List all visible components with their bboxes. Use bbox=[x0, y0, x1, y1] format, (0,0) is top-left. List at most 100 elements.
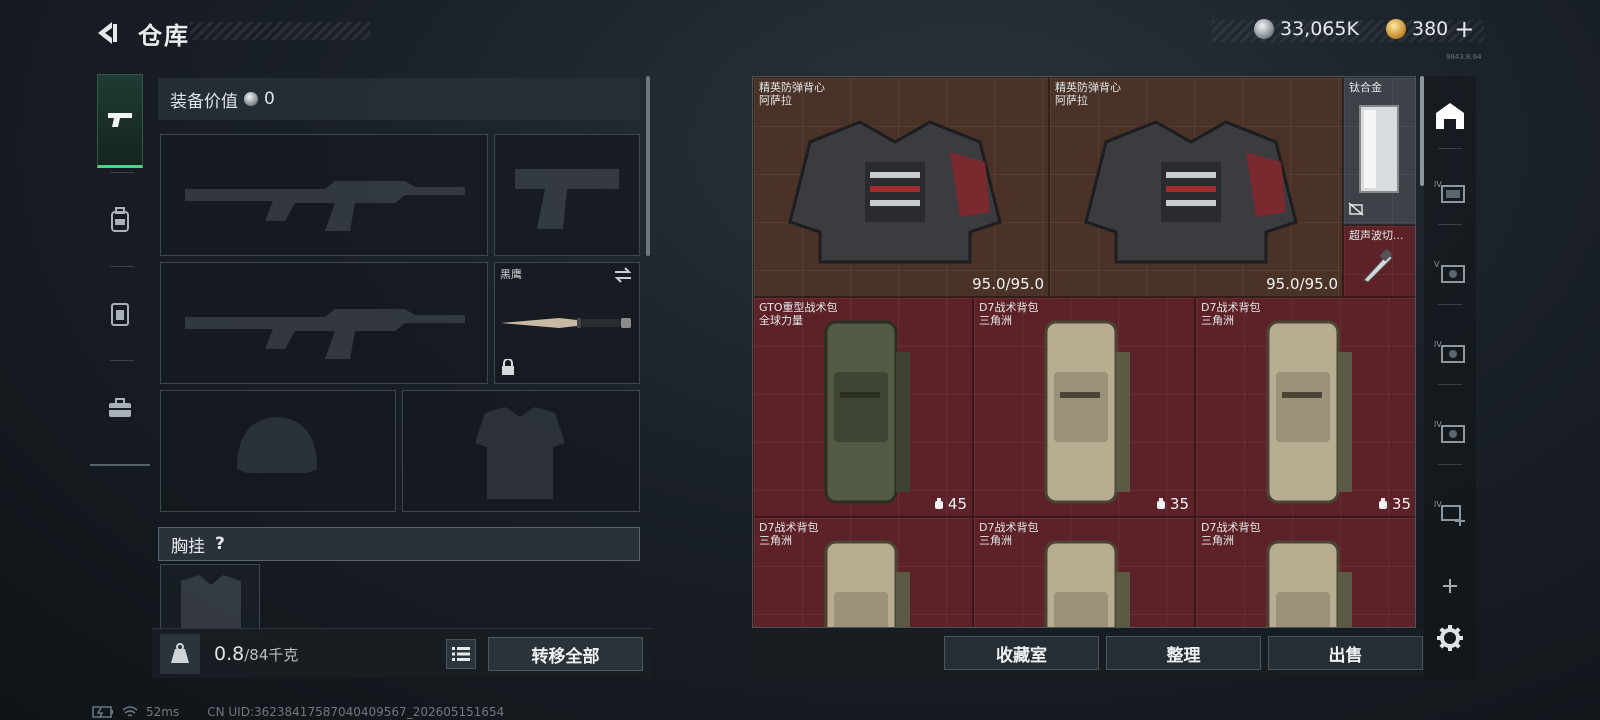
armor-silhouette-icon bbox=[475, 407, 565, 499]
backpack-icon bbox=[1044, 540, 1130, 627]
add-tab-button[interactable] bbox=[1432, 568, 1468, 604]
storage-grid: 精英防弹背心 阿萨拉 95.0/95.0 精英防弹背心 阿萨拉 95.0/95.… bbox=[752, 76, 1416, 628]
nav-tab-tools[interactable] bbox=[97, 362, 143, 454]
storage-box-icon: IV bbox=[1434, 340, 1465, 363]
svg-text:V: V bbox=[1434, 260, 1440, 269]
item-name: 超声波切... bbox=[1349, 229, 1404, 242]
backpack-small-icon bbox=[934, 498, 943, 509]
item-name: D7战术背包 三角洲 bbox=[759, 521, 819, 547]
storage-item-backpack[interactable]: D7战术背包 三角洲 bbox=[973, 517, 1195, 627]
pistol-silhouette-icon bbox=[515, 169, 619, 229]
scalpel-icon bbox=[1363, 248, 1393, 283]
storage-box-icon: IV bbox=[1434, 420, 1465, 443]
wifi-icon bbox=[122, 706, 138, 717]
storage-item-backpack[interactable]: D7战术背包 三角洲 35 bbox=[973, 297, 1195, 517]
weight-bar: 0.8/84千克 转移全部 bbox=[152, 628, 652, 678]
battery-icon bbox=[92, 706, 113, 718]
storage-expansion-tab-4[interactable]: IV bbox=[1432, 414, 1468, 450]
backpack-small-icon bbox=[1156, 498, 1165, 509]
warehouse-icon bbox=[1436, 103, 1464, 129]
storage-expansion-tab-1[interactable]: IV bbox=[1432, 174, 1468, 210]
transfer-all-button[interactable]: 转移全部 bbox=[488, 637, 643, 671]
storage-item-armor-vest[interactable]: 精英防弹背心 阿萨拉 95.0/95.0 bbox=[753, 77, 1049, 297]
titanium-plate-icon bbox=[1359, 105, 1399, 193]
plus-icon bbox=[1443, 579, 1457, 593]
backpack-icon bbox=[1266, 320, 1352, 504]
coin-icon bbox=[1254, 19, 1274, 39]
chest-rig-silhouette-icon bbox=[181, 575, 241, 631]
pistol-icon bbox=[108, 113, 132, 127]
storage-item-armor-vest[interactable]: 精英防弹背心 阿萨拉 95.0/95.0 bbox=[1049, 77, 1343, 297]
title-decoration bbox=[190, 22, 370, 40]
list-view-button[interactable] bbox=[446, 639, 476, 669]
sell-button[interactable]: 出售 bbox=[1268, 636, 1423, 670]
item-name: D7战术背包 三角洲 bbox=[979, 521, 1039, 547]
chest-rig-header: 胸挂 ? bbox=[158, 527, 640, 561]
item-capacity: 35 bbox=[1155, 495, 1189, 513]
backpack-icon bbox=[824, 320, 910, 504]
settings-button[interactable] bbox=[1432, 620, 1468, 656]
rifle-silhouette-icon bbox=[185, 309, 465, 359]
backpack-small-icon bbox=[1378, 498, 1387, 509]
armor-vest-icon bbox=[1084, 120, 1298, 264]
page-title: 仓库 bbox=[138, 22, 190, 50]
add-currency-button[interactable]: + bbox=[1454, 17, 1474, 41]
storage-box-icon: V bbox=[1434, 260, 1465, 283]
organize-button[interactable]: 整理 bbox=[1106, 636, 1261, 670]
coin-balance: 33,065K bbox=[1254, 18, 1359, 40]
secondary-weapon-slot[interactable] bbox=[160, 262, 488, 384]
nav-tab-weapons[interactable] bbox=[97, 74, 143, 168]
equip-value-amount: 0 bbox=[264, 89, 275, 109]
helmet-slot[interactable] bbox=[160, 390, 396, 512]
toolbox-icon bbox=[109, 398, 131, 417]
storage-item-backpack[interactable]: GTO重型战术包 全球力量 45 bbox=[753, 297, 973, 517]
rifle-silhouette-icon bbox=[185, 181, 465, 231]
swap-icon[interactable] bbox=[613, 267, 633, 287]
weight-readout: 0.8/84千克 bbox=[214, 643, 298, 665]
item-name: D7战术背包 三角洲 bbox=[1201, 301, 1261, 327]
warehouse-home-tab[interactable] bbox=[1432, 98, 1468, 134]
armor-slot[interactable] bbox=[402, 390, 640, 512]
storage-box-icon: IV bbox=[1434, 180, 1465, 203]
chest-rig-label: 胸挂 bbox=[171, 536, 205, 557]
weight-current: 0.8 bbox=[214, 643, 245, 665]
item-name: D7战术背包 三角洲 bbox=[1201, 521, 1261, 547]
gold-balance: 380 + bbox=[1386, 17, 1474, 41]
help-button[interactable]: ? bbox=[215, 534, 225, 554]
storage-item-backpack[interactable]: D7战术背包 三角洲 bbox=[1195, 517, 1415, 627]
weight-max: /84千克 bbox=[244, 646, 299, 664]
melee-slot[interactable]: 黑鹰 bbox=[494, 262, 640, 384]
storage-item-titanium[interactable]: 钛合金 bbox=[1343, 77, 1415, 225]
storage-expansion-tab-5[interactable]: IV bbox=[1432, 494, 1468, 530]
collection-room-button[interactable]: 收藏室 bbox=[944, 636, 1099, 670]
nav-tab-vest[interactable] bbox=[97, 268, 143, 360]
weight-icon bbox=[160, 634, 200, 674]
loadout-category-nav bbox=[90, 70, 150, 466]
back-arrow-icon[interactable] bbox=[92, 18, 122, 48]
nav-tab-backpack[interactable] bbox=[97, 174, 143, 266]
storage-item-ultrasonic-cutter[interactable]: 超声波切... bbox=[1343, 225, 1415, 297]
backpack-icon bbox=[111, 207, 129, 232]
storage-item-backpack[interactable]: D7战术背包 三角洲 bbox=[753, 517, 973, 627]
primary-weapon-slot[interactable] bbox=[160, 134, 488, 256]
coin-icon bbox=[244, 92, 258, 106]
sidearm-slot[interactable] bbox=[494, 134, 640, 256]
coin-amount: 33,065K bbox=[1280, 18, 1359, 40]
chest-rig-slot[interactable] bbox=[160, 564, 260, 634]
item-name: D7战术背包 三角洲 bbox=[979, 301, 1039, 327]
version-label: 9843.8.64 bbox=[1446, 53, 1482, 61]
ping-label: 52ms bbox=[146, 705, 180, 719]
item-durability: 95.0/95.0 bbox=[1266, 275, 1338, 293]
top-bar: 仓库 33,065K 380 + 9843.8.64 bbox=[0, 0, 1600, 70]
loadout-scrollbar[interactable] bbox=[646, 76, 650, 256]
storage-item-backpack[interactable]: D7战术背包 三角洲 35 bbox=[1195, 297, 1415, 517]
list-icon bbox=[452, 647, 470, 661]
melee-name: 黑鹰 bbox=[500, 268, 522, 281]
add-storage-icon: IV bbox=[1434, 500, 1465, 526]
storage-expansion-tab-2[interactable]: V bbox=[1432, 254, 1468, 290]
lock-icon bbox=[501, 358, 515, 379]
backpack-icon bbox=[1044, 320, 1130, 504]
backpack-icon bbox=[824, 540, 910, 627]
knife-icon bbox=[501, 318, 631, 328]
storage-expansion-tab-3[interactable]: IV bbox=[1432, 334, 1468, 370]
